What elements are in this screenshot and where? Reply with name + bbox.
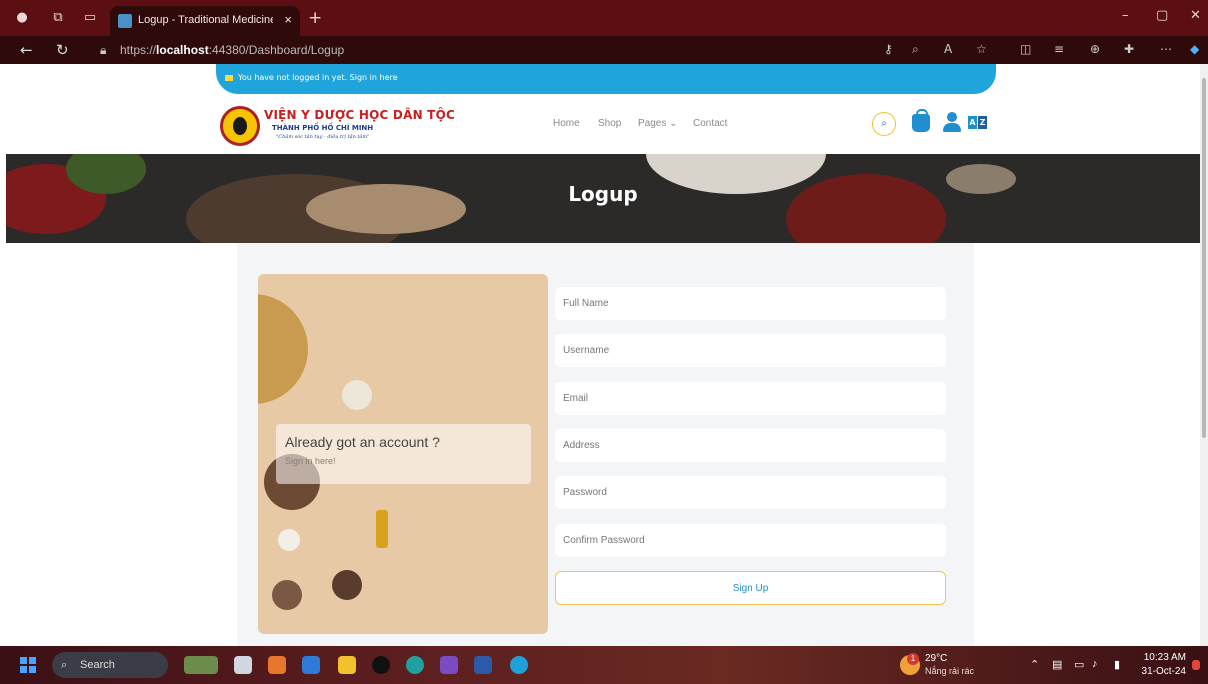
page-title: Logup — [568, 182, 638, 206]
hero-banner: Logup — [6, 154, 1200, 243]
workspaces-icon[interactable]: ⧉ — [48, 8, 68, 28]
refresh-icon[interactable]: ↻ — [56, 41, 69, 59]
scrollbar-thumb[interactable] — [1202, 78, 1206, 438]
notepad-tray-icon[interactable]: ▤ — [1052, 658, 1062, 671]
lock-icon: 🔒︎ — [100, 43, 107, 57]
url-host: localhost — [156, 43, 209, 57]
windows-start-icon[interactable] — [20, 657, 36, 673]
confirm-password-field[interactable] — [555, 524, 946, 557]
candle-decoration — [278, 529, 300, 551]
read-aloud-icon[interactable]: A — [944, 42, 952, 56]
windows-taskbar: ⌕ Search 1 29°C Nắng rải rác ⌃ ▤ ▭ ♪ ▮ 1… — [0, 646, 1208, 684]
full-name-field[interactable] — [555, 287, 946, 320]
word-icon[interactable] — [474, 656, 492, 674]
copilot-icon[interactable]: ◆ — [1190, 42, 1199, 56]
user-body — [943, 123, 961, 132]
tab-actions-icon[interactable]: ▭ — [80, 8, 100, 28]
minimize-button[interactable]: – — [1122, 8, 1129, 23]
signin-prompt-card: Already got an account ? Sign in here! — [276, 424, 531, 484]
copilot-taskbar-icon[interactable] — [268, 656, 286, 674]
search-icon[interactable]: ⌕ — [872, 112, 896, 136]
signin-prompt-heading: Already got an account ? — [285, 434, 440, 450]
browser-address-bar: ← ↻ 🔒︎ https://localhost:44380/Dashboard/… — [0, 36, 1208, 64]
gold-tray-decoration — [258, 294, 308, 404]
cup-decoration — [272, 580, 302, 610]
nav-home[interactable]: Home — [553, 118, 580, 129]
url-field[interactable]: 🔒︎ https://localhost:44380/Dashboard/Logu… — [96, 39, 876, 61]
sign-up-button[interactable]: Sign Up — [555, 571, 946, 605]
weather-description[interactable]: Nắng rải rác — [925, 666, 974, 676]
page-viewport: You have not logged in yet. Sign in here… — [6, 64, 1200, 646]
tab-close-icon[interactable]: × — [284, 12, 292, 27]
tab-favicon-icon — [118, 14, 132, 28]
visual-studio-icon[interactable] — [440, 656, 458, 674]
lang-badge-a: A — [968, 116, 977, 129]
shopping-bag-icon[interactable] — [912, 109, 930, 132]
restore-button[interactable]: ▢ — [1156, 8, 1168, 23]
url-prefix: https:// — [120, 43, 157, 57]
nav-pages[interactable]: Pages ⌄ — [638, 118, 678, 129]
back-icon[interactable]: ← — [20, 41, 33, 59]
zoom-icon[interactable]: ⌕ — [912, 42, 919, 57]
weather-temperature[interactable]: 29°C — [925, 653, 947, 664]
logo-line-1: VIỆN Y DƯỢC HỌC DÂN TỘC — [264, 108, 455, 122]
network-icon[interactable]: ▭ — [1074, 658, 1084, 671]
lang-badge-b: Z — [978, 116, 987, 129]
volume-icon[interactable]: ♪ — [1092, 658, 1098, 670]
spoon-decoration — [342, 380, 372, 410]
browser-tab-bar: ● ⧉ ▭ Logup - Traditional Medicine Hos ×… — [0, 0, 1208, 36]
favorites-list-icon[interactable]: ≡ — [1054, 42, 1064, 56]
login-notice-text[interactable]: You have not logged in yet. Sign in here — [238, 73, 398, 82]
user-head — [947, 112, 957, 122]
battery-icon[interactable]: ▮ — [1114, 658, 1120, 671]
taskbar-search-box[interactable]: ⌕ Search — [52, 652, 168, 678]
collections-icon[interactable]: ⊕ — [1090, 42, 1100, 56]
taskbar-search-label: Search — [80, 659, 115, 671]
user-account-icon[interactable] — [942, 112, 962, 132]
nav-shop[interactable]: Shop — [598, 118, 621, 129]
todo-app-icon[interactable] — [302, 656, 320, 674]
envelope-icon — [225, 75, 233, 81]
page-scrollbar[interactable] — [1200, 64, 1208, 646]
logo-emblem-icon — [220, 106, 260, 146]
site-logo[interactable]: VIỆN Y DƯỢC HỌC DÂN TỘC THÀNH PHỐ HỒ CHÍ… — [220, 106, 455, 146]
new-tab-button[interactable]: + — [308, 8, 322, 28]
nav-contact[interactable]: Contact — [693, 118, 727, 129]
close-window-button[interactable]: ✕ — [1190, 8, 1201, 23]
notification-bell-icon[interactable] — [1192, 660, 1200, 670]
search-icon: ⌕ — [61, 659, 68, 671]
favorite-star-icon[interactable]: ☆ — [976, 42, 987, 56]
file-explorer-icon[interactable] — [338, 656, 356, 674]
login-notice-bar[interactable]: You have not logged in yet. Sign in here — [216, 64, 996, 94]
clock-time[interactable]: 10:23 AM — [1140, 652, 1186, 663]
split-screen-icon[interactable]: ◫ — [1020, 42, 1031, 56]
url-path: :44380/Dashboard/Logup — [208, 43, 345, 57]
password-field[interactable] — [555, 476, 946, 509]
tray-chevron-icon[interactable]: ⌃ — [1030, 658, 1039, 671]
tab-title: Logup - Traditional Medicine Hos — [138, 14, 273, 26]
edge-browser-icon[interactable] — [510, 656, 528, 674]
tiktok-icon[interactable] — [372, 656, 390, 674]
language-switch-icon[interactable]: A Z — [968, 116, 988, 129]
extensions-icon[interactable]: ✚ — [1124, 42, 1134, 56]
task-view-icon[interactable] — [234, 656, 252, 674]
profile-icon[interactable]: ● — [12, 8, 32, 28]
address-field[interactable] — [555, 429, 946, 462]
email-field[interactable] — [555, 382, 946, 415]
cup-decoration-2 — [332, 570, 362, 600]
more-options-icon[interactable]: ⋯ — [1160, 42, 1172, 56]
logo-line-2: THÀNH PHỐ HỒ CHÍ MINH — [272, 124, 374, 132]
logo-slogan: "Chăm sóc tận tụy - điều trị tận tâm" — [276, 134, 370, 140]
clock-date[interactable]: 31-Oct-24 — [1140, 666, 1186, 677]
password-key-icon[interactable]: ⚷ — [884, 42, 893, 56]
active-tab[interactable]: Logup - Traditional Medicine Hos × — [110, 6, 300, 36]
username-field[interactable] — [555, 334, 946, 367]
edge-dev-icon[interactable] — [406, 656, 424, 674]
widgets-icon[interactable] — [184, 656, 218, 674]
signin-link[interactable]: Sign in here! — [285, 456, 336, 466]
weather-alert-badge: 1 — [907, 653, 919, 665]
oil-bottle-decoration — [376, 510, 388, 548]
